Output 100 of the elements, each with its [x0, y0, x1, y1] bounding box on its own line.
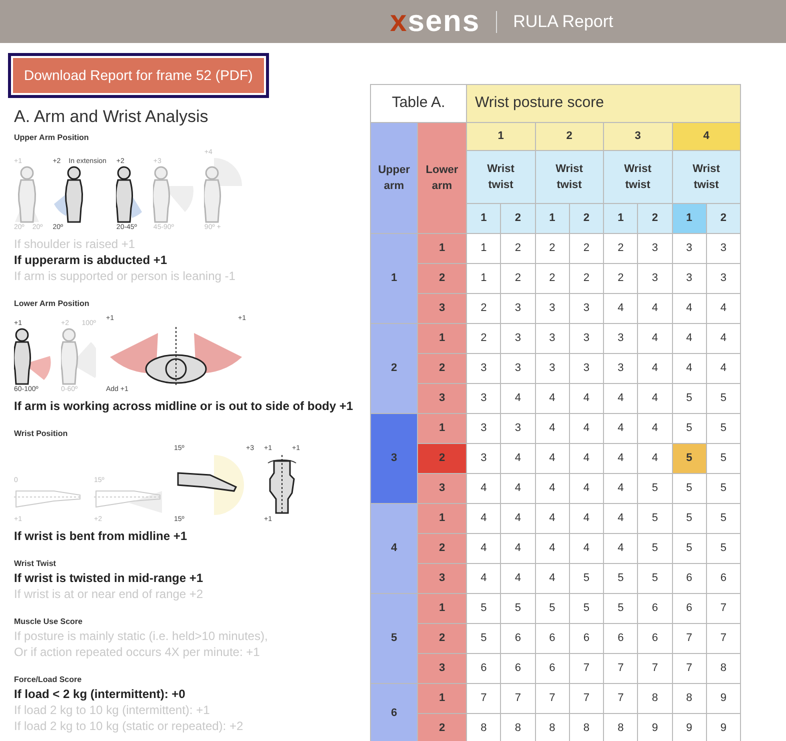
- subsection-heading: Muscle Use Score: [14, 616, 84, 628]
- table-cell: 3: [672, 264, 706, 294]
- table-cell: 7: [706, 624, 740, 654]
- table-cell: 7: [466, 684, 501, 714]
- table-cell: 8: [604, 714, 638, 741]
- column-header: 2: [706, 204, 740, 234]
- row-header: 2: [370, 324, 418, 414]
- table-cell: 5: [672, 474, 706, 504]
- table-cell: 5: [535, 594, 570, 624]
- table-cell: 5: [706, 474, 740, 504]
- column-header: 1: [466, 122, 535, 150]
- table-cell: 4: [706, 294, 740, 324]
- rule-text: If load < 2 kg (intermittent): +0: [14, 686, 186, 702]
- table-cell: 2: [604, 234, 638, 264]
- rule-text: If arm is working across midline or is out to side of body +1: [14, 398, 354, 414]
- table-cell: 2: [569, 234, 604, 264]
- row-header: 1: [418, 594, 466, 624]
- table-cell: 4: [466, 474, 501, 504]
- rule-text: If wrist is twisted in mid-range +1: [14, 570, 204, 586]
- table-cell: 6: [638, 594, 672, 624]
- table-cell: 2: [500, 264, 535, 294]
- table-cell: 3: [466, 384, 501, 414]
- table-cell: 3: [500, 414, 535, 444]
- table-cell: 3: [569, 294, 604, 324]
- table-cell: 5: [569, 564, 604, 594]
- column-header: Upper arm: [370, 122, 418, 234]
- column-header: 1: [604, 204, 638, 234]
- table-cell: 5: [604, 594, 638, 624]
- table-cell: 5: [672, 534, 706, 564]
- table-cell: 4: [638, 294, 672, 324]
- table-cell: 5: [638, 474, 672, 504]
- table-cell: 4: [569, 504, 604, 534]
- row-header: 1: [418, 684, 466, 714]
- table-cell: 5: [569, 594, 604, 624]
- page-title: RULA Report: [513, 10, 614, 33]
- table-cell: 4: [535, 444, 570, 474]
- table-header: Wrist posture score: [466, 84, 740, 122]
- table-cell: 3: [535, 354, 570, 384]
- table-cell: 4: [500, 534, 535, 564]
- table-cell: 6: [672, 594, 706, 624]
- table-cell: 3: [500, 324, 535, 354]
- table-cell: 8: [500, 714, 535, 741]
- table-cell: 4: [672, 354, 706, 384]
- table-cell: 4: [535, 564, 570, 594]
- body-posture-drawing: [61, 328, 96, 385]
- table-cell: 5: [706, 534, 740, 564]
- table-cell: 5: [672, 504, 706, 534]
- column-header: Lower arm: [418, 122, 466, 234]
- table-cell: 6: [706, 564, 740, 594]
- column-header: Wrist twist: [672, 150, 740, 204]
- table-cell: 6: [569, 624, 604, 654]
- table-cell: 7: [672, 624, 706, 654]
- table-cell: 2: [535, 264, 570, 294]
- table-cell: 5: [638, 504, 672, 534]
- table-cell: 2: [604, 264, 638, 294]
- row-header: 5: [370, 594, 418, 684]
- rule-text: If wrist is bent from midline +1: [14, 528, 188, 544]
- table-cell: 4: [535, 414, 570, 444]
- column-header: 3: [604, 122, 672, 150]
- column-header: 1: [672, 204, 706, 234]
- row-header: 3: [418, 474, 466, 504]
- table-cell: 5: [672, 444, 706, 474]
- body-posture-drawing: [14, 328, 51, 385]
- row-header: 4: [370, 504, 418, 594]
- row-header: 6: [370, 684, 418, 741]
- column-header: 1: [535, 204, 570, 234]
- table-cell: 7: [535, 684, 570, 714]
- subsection-heading: Wrist Twist: [14, 558, 57, 570]
- table-cell: 7: [569, 684, 604, 714]
- table-cell: 4: [569, 474, 604, 504]
- body-posture-drawing: [153, 166, 194, 223]
- table-cell: 4: [638, 414, 672, 444]
- table-cell: 9: [706, 684, 740, 714]
- table-cell: 3: [672, 234, 706, 264]
- table-cell: 2: [535, 234, 570, 264]
- table-cell: 8: [569, 714, 604, 741]
- table-cell: 6: [535, 654, 570, 684]
- table-cell: 4: [535, 384, 570, 414]
- logo: xsens: [390, 6, 480, 36]
- table-cell: 4: [604, 504, 638, 534]
- table-cell: 4: [638, 354, 672, 384]
- table-cell: 5: [466, 624, 501, 654]
- subsection-heading: Lower Arm Position: [14, 298, 90, 310]
- download-button[interactable]: Download Report for frame 52 (PDF): [8, 53, 269, 98]
- table-cell: 4: [672, 324, 706, 354]
- column-header: 2: [500, 204, 535, 234]
- table-cell: 4: [604, 534, 638, 564]
- table-title: Table A.: [370, 84, 466, 122]
- table-cell: 2: [500, 234, 535, 264]
- table-cell: 4: [706, 324, 740, 354]
- table-cell: 4: [604, 474, 638, 504]
- table-cell: 6: [604, 624, 638, 654]
- table-cell: 4: [466, 534, 501, 564]
- table-cell: 5: [706, 444, 740, 474]
- row-header: 2: [418, 714, 466, 741]
- subsection-heading: Upper Arm Position: [14, 132, 90, 144]
- table-cell: 3: [500, 354, 535, 384]
- table-cell: 4: [500, 504, 535, 534]
- section-title: A. Arm and Wrist Analysis: [14, 106, 210, 128]
- table-cell: 4: [604, 294, 638, 324]
